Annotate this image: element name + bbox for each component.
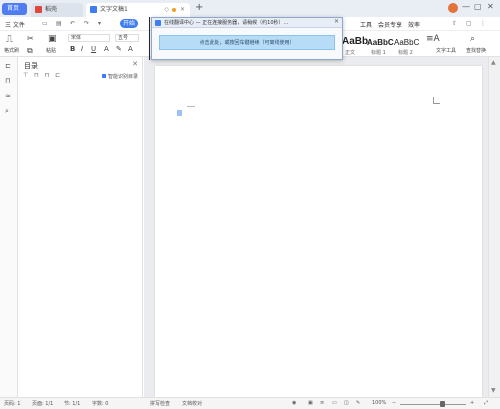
margin-mark-right [433, 97, 440, 104]
close-icon[interactable]: ✕ [334, 18, 339, 25]
daoke-icon [35, 6, 42, 13]
page-view-icon[interactable]: ▣ [308, 400, 313, 406]
spell-check[interactable]: 拼写检查 [150, 400, 170, 407]
nav-title: 目录 [24, 62, 38, 70]
close-tab-icon[interactable]: ✕ [180, 3, 185, 16]
paste-icon[interactable]: ▣ [48, 34, 57, 44]
popup-title-bar: 在线翻译中心 — 正在连接服务器，请稍候（约10秒）… [152, 18, 342, 28]
smart-toc-icon [101, 74, 106, 78]
undo-icon[interactable]: ↶ [70, 20, 75, 27]
bold-icon[interactable]: B [70, 45, 75, 53]
redo-icon[interactable]: ↷ [84, 20, 89, 27]
web-view-icon[interactable]: ▭ [332, 400, 337, 406]
tab-daoke[interactable]: 稻壳 [31, 3, 83, 17]
zoom-level[interactable]: 100% [372, 400, 386, 406]
menu-efficiency[interactable]: 效率 [408, 20, 420, 29]
zoom-in-icon[interactable]: + [470, 400, 474, 406]
file-menu[interactable]: 三 文件 [5, 20, 25, 29]
view-mode-icon[interactable]: ◉ [292, 400, 296, 406]
smart-toc-button[interactable]: 智能识别目录 [101, 73, 138, 80]
section-count[interactable]: 节: 1/1 [64, 400, 80, 407]
outline-view-icon[interactable]: ≡ [320, 400, 324, 406]
clear-format-icon[interactable]: A [128, 45, 133, 53]
close-window-button[interactable]: ✕ [487, 2, 494, 11]
word-count[interactable]: 字数: 0 [92, 400, 108, 407]
zoom-slider[interactable] [400, 404, 466, 405]
unsaved-dot-icon [172, 8, 176, 12]
document-icon [90, 6, 97, 13]
save-icon[interactable]: ▭ [42, 20, 48, 27]
format-painter-label: 格式刷 [4, 48, 20, 54]
zoom-slider-handle[interactable] [440, 401, 445, 407]
document-area[interactable] [144, 57, 488, 397]
minimize-button[interactable]: — [462, 2, 470, 11]
page-count[interactable]: 页面: 1/1 [32, 400, 53, 407]
nav-toolbar[interactable]: ⊤ ⊓ ⊓ ⊏ [23, 72, 62, 79]
popup-title: 在线翻译中心 — 正在连接服务器，请稍候（约10秒）… [164, 20, 289, 26]
find-replace-label: 查找替换 [466, 48, 487, 54]
style-heading2-label: 标题 2 [398, 50, 413, 56]
vertical-scrollbar[interactable]: ▲ ▼ [488, 57, 500, 397]
cut-icon[interactable]: ✂ [27, 34, 34, 43]
copy-icon[interactable]: ⧉ [27, 46, 33, 56]
scroll-down-icon[interactable]: ▼ [491, 387, 496, 394]
more-menu-icon[interactable]: ⋮ [480, 20, 486, 27]
new-tab-button[interactable]: + [195, 2, 203, 13]
text-cursor [187, 106, 195, 107]
popup-dialog: 在线翻译中心 — 正在连接服务器，请稍候（约10秒）… ✕ 点击此处，或按回车键… [151, 17, 343, 60]
highlight-icon[interactable]: ✎ [116, 45, 122, 53]
font-size-select[interactable]: 五号 [115, 34, 139, 42]
title-bar: 首页 稻壳 文字文稿1 ◇ ✕ + — ▢ ✕ [0, 0, 500, 17]
style-heading1-label: 标题 1 [371, 50, 386, 56]
menu-member[interactable]: 会员专享 [378, 20, 402, 29]
outline-icon[interactable]: ⊏ [5, 62, 11, 70]
edit-icon[interactable]: ✎ [356, 400, 360, 406]
navigation-pane: 目录 ✕ ⊤ ⊓ ⊓ ⊏ 智能识别目录 [19, 57, 143, 397]
popup-continue-button[interactable]: 点击此处，或按回车键继续（可离线使用） [159, 35, 335, 50]
paste-label: 粘贴 [46, 48, 57, 54]
print-icon[interactable]: ▤ [56, 20, 62, 27]
maximize-button[interactable]: ▢ [474, 2, 482, 11]
collapse-icon[interactable]: ≈ [5, 92, 11, 100]
style-normal[interactable]: AaBb [342, 36, 368, 47]
status-bar: 页码: 1 页面: 1/1 节: 1/1 字数: 0 拼写检查 文档校对 ◉ ▣… [0, 397, 500, 409]
paragraph-icon [177, 110, 182, 116]
text-tools-label: 文字工具 [436, 48, 457, 54]
style-heading1[interactable]: AaBbC [367, 38, 394, 47]
font-name-select[interactable]: 宋体 [68, 34, 110, 42]
share-icon[interactable]: ⇧ [452, 20, 457, 27]
tab-label: 文字文稿1 [100, 6, 128, 13]
left-sidebar: ⊏ ⊓ ≈ ⌕ [0, 57, 18, 397]
bookmark-icon[interactable]: ⊓ [5, 77, 10, 85]
home-tab[interactable]: 首页 [2, 3, 27, 15]
close-icon[interactable]: ✕ [132, 60, 138, 68]
italic-icon[interactable]: I [81, 45, 83, 53]
comment-icon[interactable]: ▢ [466, 20, 472, 27]
zoom-out-icon[interactable]: − [392, 400, 396, 406]
style-normal-label: 正文 [345, 50, 356, 56]
underline-icon[interactable]: U [91, 45, 96, 53]
page-number[interactable]: 页码: 1 [4, 400, 20, 407]
format-painter-icon[interactable]: ⎍ [6, 34, 13, 45]
tab-label: 稻壳 [45, 6, 58, 13]
menu-start[interactable]: 开始 [120, 19, 139, 28]
document-check[interactable]: 文档校对 [182, 400, 202, 407]
read-mode-icon[interactable]: ◫ [344, 400, 349, 406]
find-icon[interactable]: ⌕ [5, 107, 9, 116]
app-icon [155, 20, 161, 26]
search-icon[interactable]: ⌕ [470, 34, 475, 44]
tab-document[interactable]: 文字文稿1 ◇ ✕ [86, 3, 190, 17]
scroll-up-icon[interactable]: ▲ [491, 59, 496, 66]
fit-page-icon[interactable]: ⤢ [484, 400, 488, 406]
text-tools-icon[interactable]: ≡A [426, 34, 440, 44]
menu-tools[interactable]: 工具 [360, 20, 372, 29]
style-heading2[interactable]: AaBbC [394, 38, 419, 47]
popup-divider [149, 17, 150, 60]
document-page[interactable] [155, 66, 482, 397]
avatar[interactable] [448, 3, 458, 13]
font-color-icon[interactable]: A [104, 45, 109, 53]
smart-toc-label: 智能识别目录 [107, 74, 138, 80]
shield-icon[interactable]: ◇ [164, 3, 169, 16]
more-icon[interactable]: ▾ [98, 20, 101, 27]
